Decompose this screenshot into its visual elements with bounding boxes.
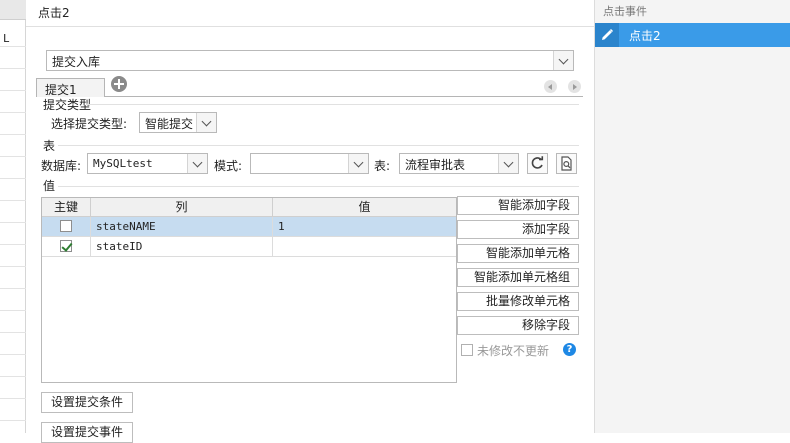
database-value: MySQLtest [93, 157, 153, 170]
sheet-row [0, 223, 26, 245]
divider [86, 104, 579, 105]
smart-add-cell-group-button[interactable]: 智能添加单元格组 [457, 268, 579, 287]
commit-mode-value: 提交入库 [52, 55, 101, 69]
chevron-down-icon[interactable] [348, 154, 368, 173]
event-list-panel: 点击事件 点击2 [594, 0, 790, 433]
chevron-down-icon[interactable] [187, 154, 207, 173]
smart-add-cell-button[interactable]: 智能添加单元格 [457, 244, 579, 263]
column-header-column[interactable]: 列 [91, 198, 273, 217]
refresh-button[interactable] [527, 153, 548, 174]
sheet-row [0, 135, 26, 157]
schema-label: 模式: [214, 159, 243, 173]
database-label: 数据库: [41, 159, 82, 173]
tab-commit-1[interactable]: 提交1 [36, 78, 105, 97]
edit-event-button[interactable] [595, 23, 619, 47]
tab-next-icon[interactable] [568, 80, 581, 93]
preview-icon [561, 156, 572, 171]
column-header-value[interactable]: 值 [273, 198, 456, 217]
unchanged-no-update-checkbox[interactable] [461, 344, 473, 356]
table-section-label: 表 [43, 139, 56, 153]
set-commit-condition-button[interactable]: 设置提交条件 [41, 392, 134, 413]
add-tab-icon[interactable] [111, 76, 127, 92]
sheet-cell-text: L [3, 32, 10, 45]
event-list-header: 点击事件 [603, 5, 647, 18]
preview-table-button[interactable] [556, 153, 577, 174]
sheet-row [0, 91, 26, 113]
field-mapping-table: 主键 列 值 stateNAME 1 stateID [41, 197, 457, 383]
help-icon[interactable]: ? [563, 343, 576, 356]
primary-key-checkbox[interactable] [60, 240, 72, 252]
event-item-click2[interactable]: 点击2 [595, 23, 790, 47]
submit-type-label: 选择提交类型: [51, 117, 128, 131]
tab-underline [105, 96, 583, 97]
table-header: 主键 列 值 [42, 198, 456, 217]
column-header-key[interactable]: 主键 [42, 198, 91, 217]
spreadsheet-edge: L [0, 0, 26, 433]
tab-prev-icon[interactable] [544, 80, 557, 93]
chevron-down-icon[interactable] [196, 113, 216, 132]
primary-key-checkbox[interactable] [60, 220, 72, 232]
table-row[interactable]: stateNAME 1 [42, 217, 456, 237]
panel-title: 点击2 [38, 6, 70, 20]
chevron-down-icon[interactable] [553, 51, 573, 70]
sheet-row [0, 377, 26, 399]
key-cell [42, 237, 91, 256]
key-cell [42, 217, 91, 236]
chevron-down-icon[interactable] [498, 154, 518, 173]
table-row[interactable]: stateID [42, 237, 456, 257]
submit-type-section-label: 提交类型 [43, 98, 92, 112]
table-value: 流程审批表 [405, 158, 466, 172]
sheet-row [0, 311, 26, 333]
add-field-button[interactable]: 添加字段 [457, 220, 579, 239]
remove-field-button[interactable]: 移除字段 [457, 316, 579, 335]
divider [58, 145, 579, 146]
event-item-label: 点击2 [629, 29, 661, 43]
sheet-row [0, 179, 26, 201]
unchanged-no-update-label: 未修改不更新 [477, 344, 550, 358]
table-label: 表: [374, 159, 391, 173]
value-cell[interactable] [273, 237, 456, 256]
sheet-row [0, 355, 26, 377]
sheet-row [0, 47, 26, 69]
submit-type-value: 智能提交 [145, 117, 194, 131]
pencil-icon [602, 28, 614, 40]
values-section-label: 值 [43, 179, 56, 193]
commit-settings-panel: 点击2 提交入库 提交1 提交类型 选择提交类型: 智能提交 表 数据库: My… [26, 0, 594, 443]
schema-select[interactable] [250, 153, 369, 174]
column-cell[interactable]: stateID [91, 237, 273, 256]
sheet-row [0, 157, 26, 179]
batch-modify-cells-button[interactable]: 批量修改单元格 [457, 292, 579, 311]
sheet-row [0, 245, 26, 267]
smart-add-field-button[interactable]: 智能添加字段 [457, 196, 579, 215]
sheet-row [0, 289, 26, 311]
column-cell[interactable]: stateNAME [91, 217, 273, 236]
sheet-row [0, 201, 26, 223]
database-select[interactable]: MySQLtest [87, 153, 208, 174]
value-cell[interactable]: 1 [273, 217, 456, 236]
sheet-row [0, 333, 26, 355]
table-select[interactable]: 流程审批表 [399, 153, 519, 174]
sheet-row [0, 267, 26, 289]
spreadsheet-header [0, 0, 26, 20]
sheet-row [0, 399, 26, 421]
sheet-row [0, 113, 26, 135]
refresh-icon [531, 156, 544, 169]
commit-mode-select[interactable]: 提交入库 [46, 50, 574, 71]
panel-title-bar: 点击2 [26, 0, 594, 27]
divider [58, 186, 579, 187]
sheet-row [0, 69, 26, 91]
submit-type-select[interactable]: 智能提交 [139, 112, 217, 133]
